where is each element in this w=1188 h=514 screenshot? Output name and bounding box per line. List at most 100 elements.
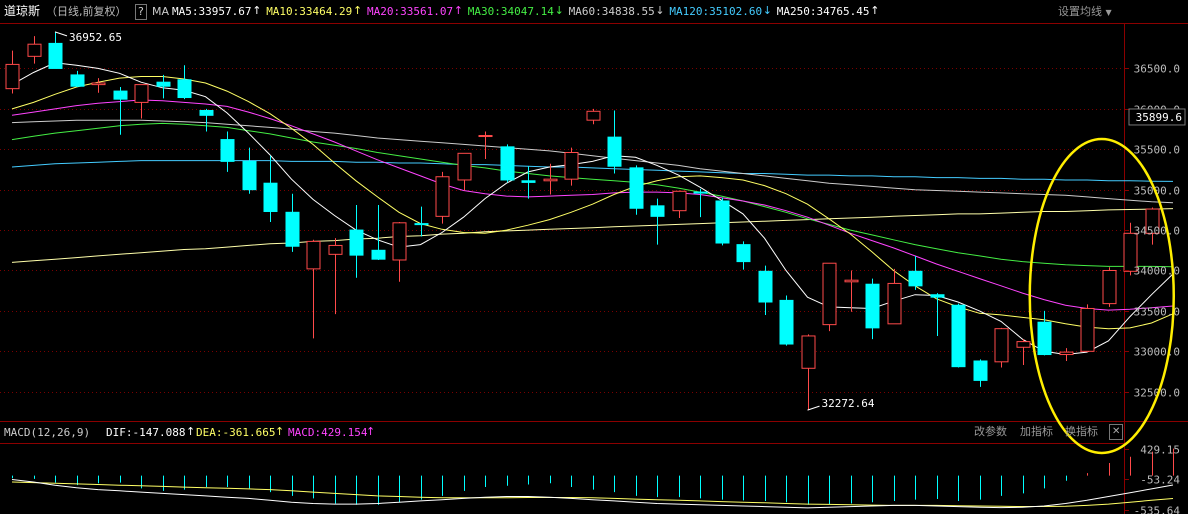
candle-body-down bbox=[500, 146, 515, 181]
candle-body-down bbox=[48, 42, 63, 69]
candle-body-down bbox=[930, 294, 945, 298]
macd-tick-label: -53.24 bbox=[1140, 474, 1180, 487]
candle-body-up bbox=[134, 84, 149, 103]
high-marker-line bbox=[54, 31, 68, 37]
candle-body-up bbox=[543, 178, 558, 182]
candle bbox=[48, 31, 63, 69]
candle bbox=[5, 50, 20, 94]
candle bbox=[156, 74, 171, 99]
candle-body-down bbox=[285, 211, 300, 247]
candle bbox=[91, 78, 106, 93]
help-button[interactable]: ? bbox=[135, 4, 147, 20]
candle-body-up bbox=[91, 82, 106, 86]
macd-title[interactable]: MACD(12,26,9) bbox=[4, 426, 90, 440]
ma-value-6: MA250:34765.45 bbox=[776, 5, 870, 18]
high-annotation: 36952.65 bbox=[69, 31, 122, 44]
candle-body-down bbox=[607, 136, 622, 167]
candle bbox=[435, 171, 450, 224]
candle bbox=[951, 303, 966, 368]
candle-body-up bbox=[672, 190, 687, 212]
candle-body-down bbox=[521, 180, 536, 183]
candle bbox=[543, 163, 558, 195]
y-tick-label: 35500.0 bbox=[1134, 144, 1180, 157]
candle-body-up bbox=[844, 279, 859, 283]
candle bbox=[650, 198, 665, 245]
candle bbox=[672, 190, 687, 218]
macd-tick-label: -535.64 bbox=[1134, 505, 1181, 514]
candle-body-down bbox=[220, 139, 235, 162]
candle bbox=[134, 84, 149, 119]
candle-body-up bbox=[457, 152, 472, 181]
candle bbox=[693, 188, 708, 218]
candle-body-down bbox=[973, 360, 988, 381]
candle bbox=[801, 334, 816, 411]
arrow-up-icon: ↑ bbox=[353, 4, 363, 17]
ma120-line bbox=[11, 160, 1174, 182]
ma30-line bbox=[11, 122, 1174, 268]
y-tick-label: 33000.0 bbox=[1134, 346, 1180, 359]
candle-body-up bbox=[328, 244, 343, 255]
candle bbox=[779, 295, 794, 346]
candle-body-down bbox=[693, 191, 708, 194]
candle bbox=[758, 265, 773, 315]
candle bbox=[930, 293, 945, 336]
period-label[interactable]: （日线,前复权） bbox=[46, 5, 127, 19]
candle-body-down bbox=[736, 244, 751, 263]
ma-value-1: MA10:33464.29 bbox=[266, 5, 353, 18]
low-annotation: 32272.64 bbox=[822, 397, 875, 410]
arrow-down-icon: ↓ bbox=[762, 4, 773, 17]
candle bbox=[887, 268, 902, 325]
dea-arrow-up-icon: ↑ bbox=[275, 425, 285, 438]
ma-settings-button[interactable]: 设置均线 ▼ bbox=[1058, 5, 1112, 20]
add-indicator-button[interactable]: 加指标 bbox=[1020, 425, 1053, 439]
candle-body-down bbox=[113, 90, 128, 100]
arrow-up-icon: ↑ bbox=[453, 4, 464, 17]
low-marker-line bbox=[807, 405, 820, 411]
candle bbox=[973, 359, 988, 387]
candle-body-up bbox=[478, 135, 493, 138]
close-icon[interactable]: ✕ bbox=[1109, 424, 1124, 440]
candle bbox=[70, 70, 85, 88]
candle-body-up bbox=[27, 43, 42, 57]
arrow-up-icon: ↑ bbox=[870, 4, 880, 17]
switch-indicator-button[interactable]: 换指标 bbox=[1065, 425, 1098, 439]
candle-body-up bbox=[586, 110, 601, 121]
macd-axis: 429.15 -53.24 -535.64 bbox=[1124, 444, 1180, 514]
ma-value-2: MA20:33561.07 bbox=[367, 5, 454, 18]
change-params-button[interactable]: 改参数 bbox=[974, 425, 1007, 439]
candle bbox=[199, 108, 214, 132]
candle bbox=[177, 65, 192, 100]
candle-body-up bbox=[1080, 307, 1095, 352]
candle-body-up bbox=[5, 63, 20, 90]
candle-body-up bbox=[392, 222, 407, 261]
candle bbox=[822, 262, 837, 332]
candle bbox=[736, 241, 751, 270]
arrow-up-icon: ↑ bbox=[252, 4, 262, 17]
candle-body-up bbox=[435, 176, 450, 217]
candle bbox=[27, 36, 42, 64]
symbol-name[interactable]: 道琼斯 bbox=[4, 4, 40, 18]
highlight-ellipse bbox=[1028, 137, 1175, 455]
candle bbox=[564, 147, 579, 186]
candle-body-down bbox=[349, 229, 364, 256]
candle-body-up bbox=[887, 282, 902, 325]
ma5-line bbox=[11, 62, 1174, 356]
candle bbox=[371, 205, 386, 260]
candle-body-down bbox=[371, 249, 386, 260]
candle bbox=[994, 327, 1009, 368]
candle-body-up bbox=[994, 328, 1009, 363]
price-axis: 36500.036000.035500.035000.034500.034000… bbox=[1124, 63, 1186, 400]
candlestick-series[interactable] bbox=[5, 31, 1160, 411]
y-tick-label: 34500.0 bbox=[1134, 225, 1180, 238]
candle bbox=[1016, 339, 1031, 366]
arrow-down-icon: ↓ bbox=[655, 4, 665, 17]
candle-body-down bbox=[715, 200, 730, 244]
candle-body-up bbox=[1016, 341, 1031, 348]
macd-tick-label: 429.15 bbox=[1140, 444, 1180, 457]
candle-body-up bbox=[1059, 351, 1074, 356]
candle bbox=[500, 144, 515, 183]
candle bbox=[349, 205, 364, 278]
macd-hist-value: MACD:429.154 bbox=[288, 426, 368, 439]
candle-body-up bbox=[801, 335, 816, 369]
candle bbox=[586, 108, 601, 125]
